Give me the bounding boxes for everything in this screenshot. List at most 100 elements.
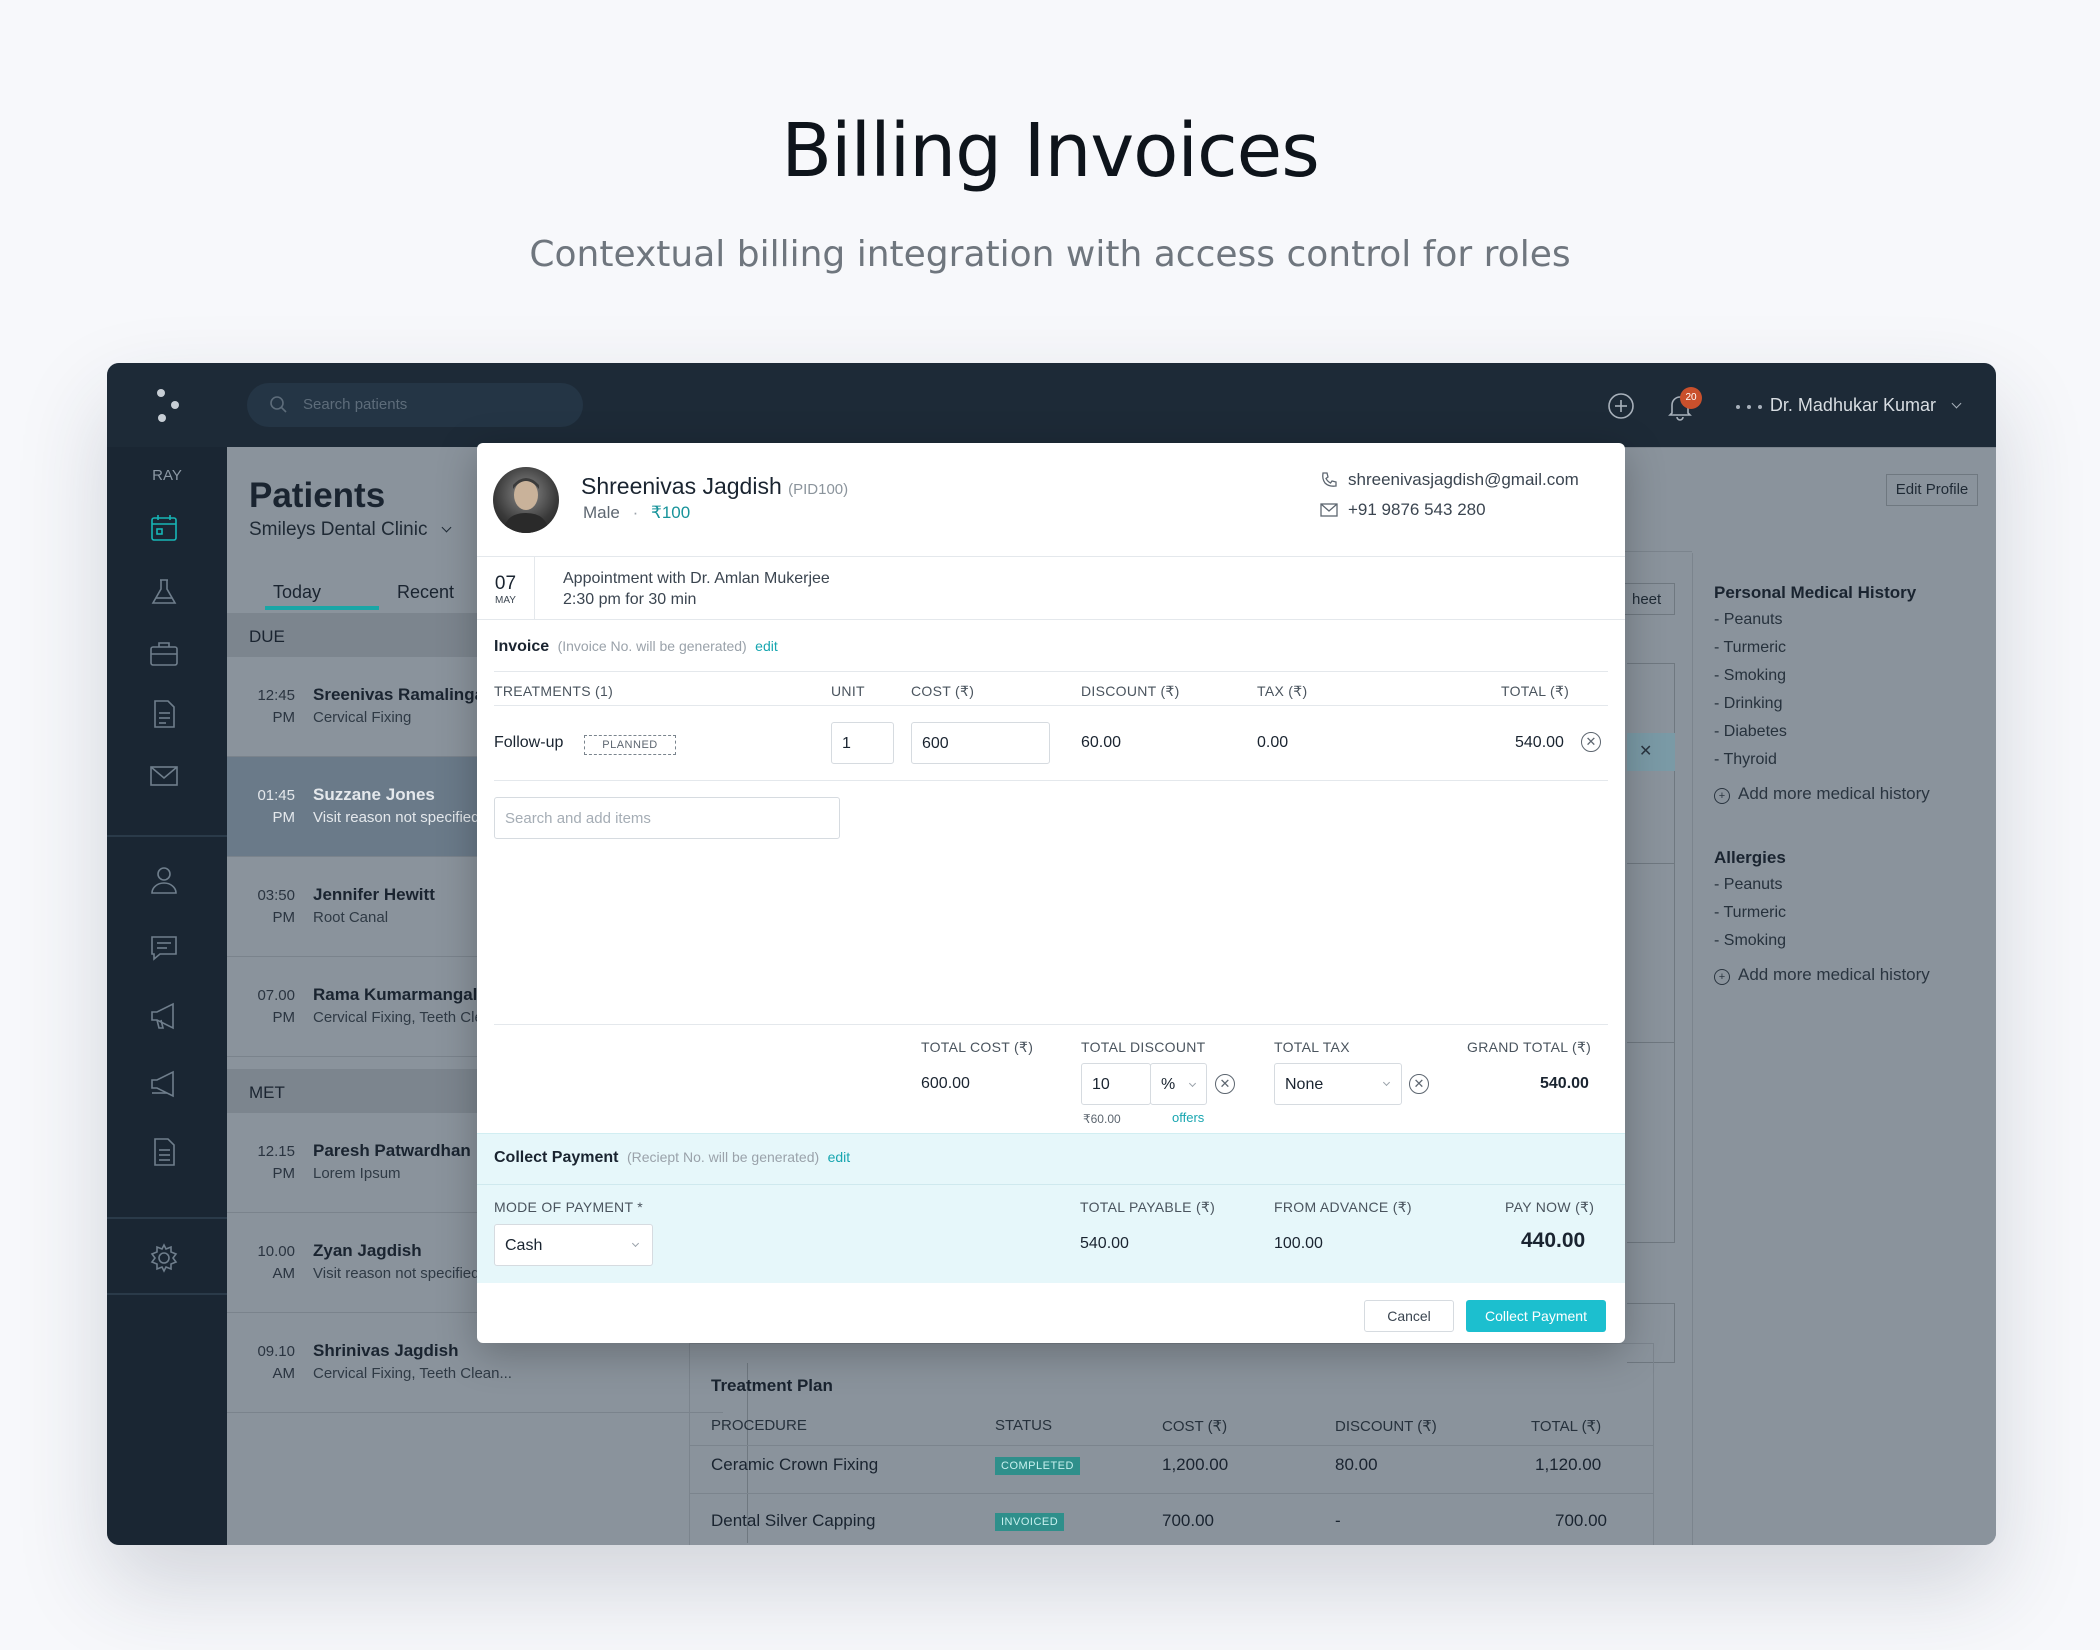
chat-icon[interactable] <box>147 931 187 965</box>
patient-name: Shrinivas Jagdish <box>313 1341 459 1360</box>
megaphone-icon[interactable] <box>147 999 187 1033</box>
unit-input[interactable]: 1 <box>831 722 894 764</box>
sidebar-divider <box>107 1217 227 1219</box>
header-unit: UNIT <box>831 683 865 699</box>
header-cost: COST (₹) <box>911 683 975 699</box>
search-patients-input[interactable]: Search patients <box>247 383 583 427</box>
invoice-title: Invoice <box>494 638 550 655</box>
time: 09.10 <box>257 1343 295 1360</box>
time: 10.00 <box>257 1243 295 1260</box>
apps-grid-icon[interactable] <box>1734 399 1764 417</box>
clear-tax-icon[interactable]: ✕ <box>1409 1074 1429 1094</box>
background-card <box>1627 863 1675 1243</box>
patient-name: Shreenivas Jagdish <box>581 473 782 499</box>
add-allergies-link[interactable]: + Add more medical history <box>1714 965 1930 985</box>
history-item: - Drinking <box>1714 695 1783 712</box>
total-discount-input[interactable]: 10 <box>1081 1063 1151 1105</box>
divider <box>494 1024 1608 1025</box>
ampm: PM <box>272 1165 296 1182</box>
ampm: PM <box>272 909 296 926</box>
allergy-item: - Smoking <box>1714 932 1787 949</box>
hero-title: Billing Invoices <box>781 108 1320 194</box>
history-item: - Turmeric <box>1714 639 1786 656</box>
calendar-icon[interactable] <box>147 511 187 545</box>
hero-subtitle: Contextual billing integration with acce… <box>529 234 1571 275</box>
user-name: Dr. Madhukar Kumar <box>1769 395 1936 415</box>
total-discount-label: TOTAL DISCOUNT <box>1081 1039 1206 1055</box>
chevron-down-icon <box>1382 1078 1391 1087</box>
divider <box>689 1493 1654 1494</box>
notification-badge: 20 <box>1680 387 1702 409</box>
collect-payment-button[interactable]: Collect Payment <box>1466 1300 1606 1332</box>
ampm: AM <box>272 1365 296 1382</box>
chevron-down-icon <box>441 522 452 533</box>
payment-mode-select[interactable]: Cash <box>494 1224 653 1266</box>
edit-profile-button[interactable]: Edit Profile <box>1886 474 1978 506</box>
patient-name: Zyan Jagdish <box>313 1241 422 1260</box>
active-tab-indicator <box>265 606 379 610</box>
add-circle-icon: + <box>1714 969 1730 985</box>
treatment-plan-title: Treatment Plan <box>711 1376 833 1395</box>
offers-link[interactable]: offers <box>1172 1110 1204 1125</box>
visit-reason: Lorem Ipsum <box>313 1165 401 1182</box>
history-item: - Peanuts <box>1714 611 1783 628</box>
clear-discount-icon[interactable]: ✕ <box>1215 1074 1235 1094</box>
sidebar-divider <box>107 835 227 837</box>
cost-input[interactable]: 600 <box>911 722 1050 764</box>
patient-phone[interactable]: +91 9876 543 280 <box>1348 500 1486 520</box>
sheet-button[interactable]: heet <box>1619 583 1675 615</box>
pay-now-label: PAY NOW (₹) <box>1505 1199 1595 1215</box>
add-icon[interactable] <box>1607 392 1635 425</box>
discount-unit-select[interactable]: % <box>1150 1063 1207 1105</box>
patient-email[interactable]: shreenivasjagdish@gmail.com <box>1348 470 1579 490</box>
user-menu[interactable]: Dr. Madhukar Kumar <box>1769 395 1962 416</box>
mail-icon <box>1320 502 1338 523</box>
grand-total-label: GRAND TOTAL (₹) <box>1467 1039 1592 1055</box>
invoice-edit-link[interactable]: edit <box>755 638 778 654</box>
visit-reason: Visit reason not specified <box>313 809 480 826</box>
search-placeholder: Search patients <box>303 396 408 413</box>
report-icon[interactable] <box>147 1135 187 1169</box>
payment-edit-link[interactable]: edit <box>828 1149 851 1165</box>
cancel-button[interactable]: Cancel <box>1364 1300 1454 1332</box>
visit-reason: Cervical Fixing, Teeth Clean... <box>313 1365 512 1382</box>
tp-procedure: Ceramic Crown Fixing <box>711 1455 879 1474</box>
logo-icon <box>153 387 183 427</box>
tax-value: 0.00 <box>1257 734 1289 751</box>
megaphone-alt-icon[interactable] <box>147 1067 187 1101</box>
from-advance: 100.00 <box>1274 1235 1323 1252</box>
time: 01:45 <box>257 787 295 804</box>
flask-icon[interactable] <box>147 575 187 609</box>
collect-payment-header: Collect Payment (Reciept No. will be gen… <box>494 1149 850 1167</box>
appointment-time: 2:30 pm for 30 min <box>563 591 697 608</box>
gear-icon[interactable] <box>147 1241 187 1275</box>
doctor-icon[interactable] <box>147 863 187 897</box>
invoice-header: Invoice (Invoice No. will be generated) … <box>494 638 778 656</box>
clinic-selector[interactable]: Smileys Dental Clinic <box>249 519 452 541</box>
pay-now-amount: 440.00 <box>1521 1229 1586 1252</box>
remove-item-icon[interactable]: ✕ <box>1581 732 1601 752</box>
tab-recent[interactable]: Recent <box>397 582 454 603</box>
total-cost-label: TOTAL COST (₹) <box>921 1039 1034 1055</box>
tp-header-status: STATUS <box>995 1417 1052 1434</box>
allergies-title: Allergies <box>1714 848 1786 867</box>
discount-amount: ₹60.00 <box>1083 1112 1121 1126</box>
ampm: PM <box>272 1009 296 1026</box>
search-add-items-input[interactable]: Search and add items <box>494 797 840 839</box>
receipt-note: (Reciept No. will be generated) <box>626 1149 820 1165</box>
total-tax-label: TOTAL TAX <box>1274 1039 1350 1055</box>
total-tax-select[interactable]: None <box>1274 1063 1402 1105</box>
discount-unit: % <box>1161 1076 1176 1093</box>
chevron-down-icon <box>1188 1079 1196 1088</box>
grand-total: 540.00 <box>1540 1075 1589 1092</box>
divider <box>477 1184 1625 1185</box>
tp-discount: 80.00 <box>1335 1455 1378 1474</box>
mail-icon[interactable] <box>147 759 187 793</box>
tp-procedure: Dental Silver Capping <box>711 1511 876 1530</box>
document-icon[interactable] <box>147 697 187 731</box>
tab-today[interactable]: Today <box>273 582 321 603</box>
fee: ₹100 <box>651 503 691 522</box>
patient-name-header: Shreenivas Jagdish (PID100) <box>581 473 848 500</box>
add-medical-history-link[interactable]: + Add more medical history <box>1714 784 1930 804</box>
briefcase-icon[interactable] <box>147 637 187 671</box>
